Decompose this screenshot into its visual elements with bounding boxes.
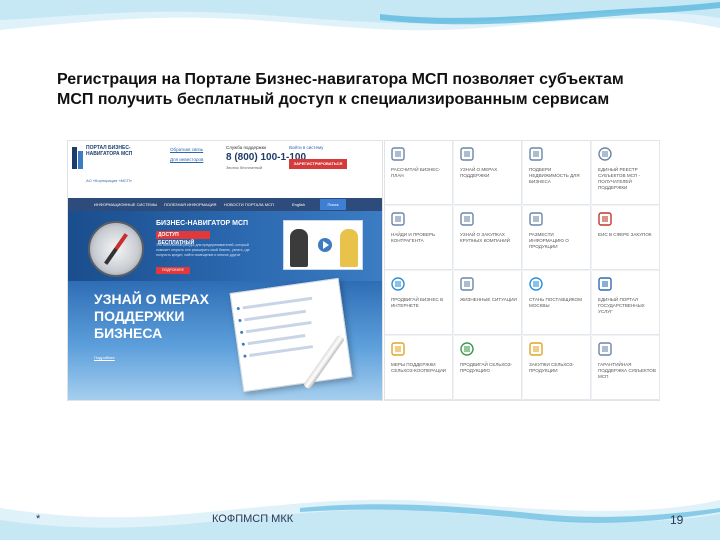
building-icon	[529, 147, 543, 161]
service-label: РАССЧИТАЙ БИЗНЕС-ПЛАН	[391, 167, 441, 178]
doc-bullet	[239, 330, 244, 335]
service-label: РАЗМЕСТИ ИНФОРМАЦИЮ О ПРОДУКЦИИ	[529, 232, 569, 249]
service-tile[interactable]: НАЙДИ И ПРОВЕРЬ КОНТРАГЕНТА	[385, 206, 453, 270]
service-label: ЕДИНЫЙ ПОРТАЛ ГОСУДАРСТВЕННЫХ УСЛУГ	[598, 297, 645, 314]
checklist-icon	[460, 147, 474, 161]
emblem-icon	[598, 212, 612, 226]
service-label: ПРОДВИГАЙ БИЗНЕС В ИНТЕРНЕТЕ	[391, 297, 444, 308]
investors-link[interactable]: Для инвесторов	[170, 157, 203, 162]
portal-nav: ИНФОРМАЦИОННЫЕ СИСТЕМЫ ПОЛЕЗНАЯ ИНФОРМАЦ…	[68, 198, 382, 211]
nav-english[interactable]: English	[292, 198, 305, 211]
service-tile[interactable]: СТАНЬ ПОСТАВЩИКОМ МОСКВЫ	[523, 271, 591, 335]
doc-bullet	[236, 306, 241, 311]
doc-line	[249, 345, 314, 357]
portal-screenshot: ПОРТАЛ БИЗНЕС-НАВИГАТОРА МСП АО «Корпора…	[67, 140, 383, 401]
service-label: ЕДИНЫЙ РЕЕСТР СУБЪЕКТОВ МСП - ПОЛУЧАТЕЛЕ…	[598, 167, 641, 190]
navigator-banner-text: Это бесплатный ресурс для предпринимател…	[156, 243, 250, 257]
footer-org: КОФПМСП МКК	[212, 513, 294, 525]
support-banner-title: УЗНАЙ О МЕРАХ ПОДДЕРЖКИ БИЗНЕСА	[94, 291, 209, 341]
doc-bullet	[241, 342, 246, 346]
service-tile[interactable]: УЗНАЙ О МЕРАХ ПОДДЕРЖКИ	[454, 141, 522, 205]
service-label: ЕИС В СФЕРЕ ЗАКУПОК	[598, 232, 652, 237]
compass-icon	[88, 221, 144, 277]
navigator-banner-button[interactable]: ПОДРОБНЕЕ	[156, 267, 190, 274]
service-tile[interactable]: РАЗМЕСТИ ИНФОРМАЦИЮ О ПРОДУКЦИИ	[523, 206, 591, 270]
service-tile[interactable]: ЕИС В СФЕРЕ ЗАКУПОК	[592, 206, 660, 270]
handshake-icon	[391, 212, 405, 226]
service-label: УЗНАЙ О МЕРАХ ПОДДЕРЖКИ	[460, 167, 498, 178]
service-tile[interactable]: ЖИЗНЕННЫЕ СИТУАЦИИ	[454, 271, 522, 335]
service-tile[interactable]: ГАРАНТИЙНАЯ ПОДДЕРЖКА СУБЪЕКТОВ МСП	[592, 336, 660, 400]
play-icon[interactable]	[318, 238, 332, 252]
doc-line	[244, 309, 307, 322]
basket-icon	[529, 342, 543, 356]
service-tile[interactable]: МЕРЫ ПОДДЕРЖКИ СЕЛЬХОЗ-КООПЕРАЦИИ	[385, 336, 453, 400]
services-grid: РАССЧИТАЙ БИЗНЕС-ПЛАН УЗНАЙ О МЕРАХ ПОДДЕ…	[384, 140, 660, 401]
service-tile[interactable]: УЗНАЙ О ЗАКУПКАХ КРУПНЫХ КОМПАНИЙ	[454, 206, 522, 270]
doc-line	[245, 321, 312, 334]
navigator-banner-subtitle: ДОСТУП БЕСПЛАТНЫЙ	[156, 231, 210, 246]
service-label: ПРОДВИГАЙ СЕЛЬХОЗ-ПРОДУКЦИЮ	[460, 362, 513, 373]
service-label: НАЙДИ И ПРОВЕРЬ КОНТРАГЕНТА	[391, 232, 435, 243]
circle-icon	[391, 277, 405, 291]
service-tile[interactable]: ЗАКУПКИ СЕЛЬХОЗ-ПРОДУКЦИИ	[523, 336, 591, 400]
search-button[interactable]: Поиск	[320, 199, 346, 210]
page-number: 19	[670, 513, 684, 527]
service-tile[interactable]: ПОДБЕРИ НЕДВИЖИМОСТЬ ДЛЯ БИЗНЕСА	[523, 141, 591, 205]
slide-title: Регистрация на Портале Бизнес-навигатора…	[57, 71, 624, 108]
service-tile[interactable]: ПРОДВИГАЙ БИЗНЕС В ИНТЕРНЕТЕ	[385, 271, 453, 335]
megaphone-icon	[529, 212, 543, 226]
doc-bullet	[243, 354, 247, 358]
support-banner-link[interactable]: Подробнее	[94, 355, 115, 360]
service-label: ПОДБЕРИ НЕДВИЖИМОСТЬ ДЛЯ БИЗНЕСА	[529, 167, 580, 184]
calculator-icon	[391, 147, 405, 161]
portal-logo-text: ПОРТАЛ БИЗНЕС-НАВИГАТОРА МСП	[86, 145, 133, 157]
footer-star: *	[36, 513, 41, 525]
service-label: ЖИЗНЕННЫЕ СИТУАЦИИ	[460, 297, 517, 302]
doc-line	[247, 334, 306, 346]
register-button[interactable]: ЗАРЕГИСТРИРОВАТЬСЯ	[289, 159, 347, 169]
nav-info-systems[interactable]: ИНФОРМАЦИОННЫЕ СИСТЕМЫ	[94, 198, 157, 211]
gosuslugi-icon	[598, 277, 612, 291]
person-icon	[340, 229, 358, 267]
feedback-link[interactable]: Обратная связь	[170, 147, 203, 152]
video-preview[interactable]	[283, 220, 363, 270]
person-icon	[290, 229, 308, 267]
farmer-icon	[460, 342, 474, 356]
navigator-banner-title: БИЗНЕС-НАВИГАТОР МСП	[156, 220, 249, 227]
document-illustration	[229, 277, 353, 393]
service-tile[interactable]: ПРОДВИГАЙ СЕЛЬХОЗ-ПРОДУКЦИЮ	[454, 336, 522, 400]
top-wave-decoration	[0, 0, 720, 31]
gavel-icon	[460, 212, 474, 226]
doc-line	[242, 296, 313, 310]
service-tile[interactable]: ЕДИНЫЙ ПОРТАЛ ГОСУДАРСТВЕННЫХ УСЛУГ	[592, 271, 660, 335]
service-label: ГАРАНТИЙНАЯ ПОДДЕРЖКА СУБЪЕКТОВ МСП	[598, 362, 656, 379]
nav-portal-news[interactable]: НОВОСТИ ПОРТАЛА МСП	[224, 198, 274, 211]
login-link[interactable]: Войти в систему	[289, 145, 323, 150]
portal-logo-sub: АО «Корпорация «МСП»	[86, 178, 132, 183]
shield-icon	[598, 342, 612, 356]
service-tile[interactable]: ЕДИНЫЙ РЕЕСТР СУБЪЕКТОВ МСП - ПОЛУЧАТЕЛЕ…	[592, 141, 660, 205]
moscow-icon	[529, 277, 543, 291]
farm-icon	[391, 342, 405, 356]
service-label: УЗНАЙ О ЗАКУПКАХ КРУПНЫХ КОМПАНИЙ	[460, 232, 510, 243]
bottom-wave-decoration	[0, 499, 720, 540]
service-tile[interactable]: РАССЧИТАЙ БИЗНЕС-ПЛАН	[385, 141, 453, 205]
service-label: СТАНЬ ПОСТАВЩИКОМ МОСКВЫ	[529, 297, 582, 308]
support-label: Служба поддержки	[226, 145, 267, 150]
portal-header: ПОРТАЛ БИЗНЕС-НАВИГАТОРА МСП АО «Корпора…	[68, 141, 382, 195]
doc-bullet	[238, 318, 242, 323]
portal-logo-icon	[72, 147, 83, 169]
nav-useful-info[interactable]: ПОЛЕЗНАЯ ИНФОРМАЦИЯ	[164, 198, 216, 211]
phone-note: Звонок бесплатный	[226, 165, 263, 170]
check-icon	[460, 277, 474, 291]
service-label: МЕРЫ ПОДДЕРЖКИ СЕЛЬХОЗ-КООПЕРАЦИИ	[391, 362, 446, 373]
globe-icon	[598, 147, 612, 161]
service-label: ЗАКУПКИ СЕЛЬХОЗ-ПРОДУКЦИИ	[529, 362, 575, 373]
